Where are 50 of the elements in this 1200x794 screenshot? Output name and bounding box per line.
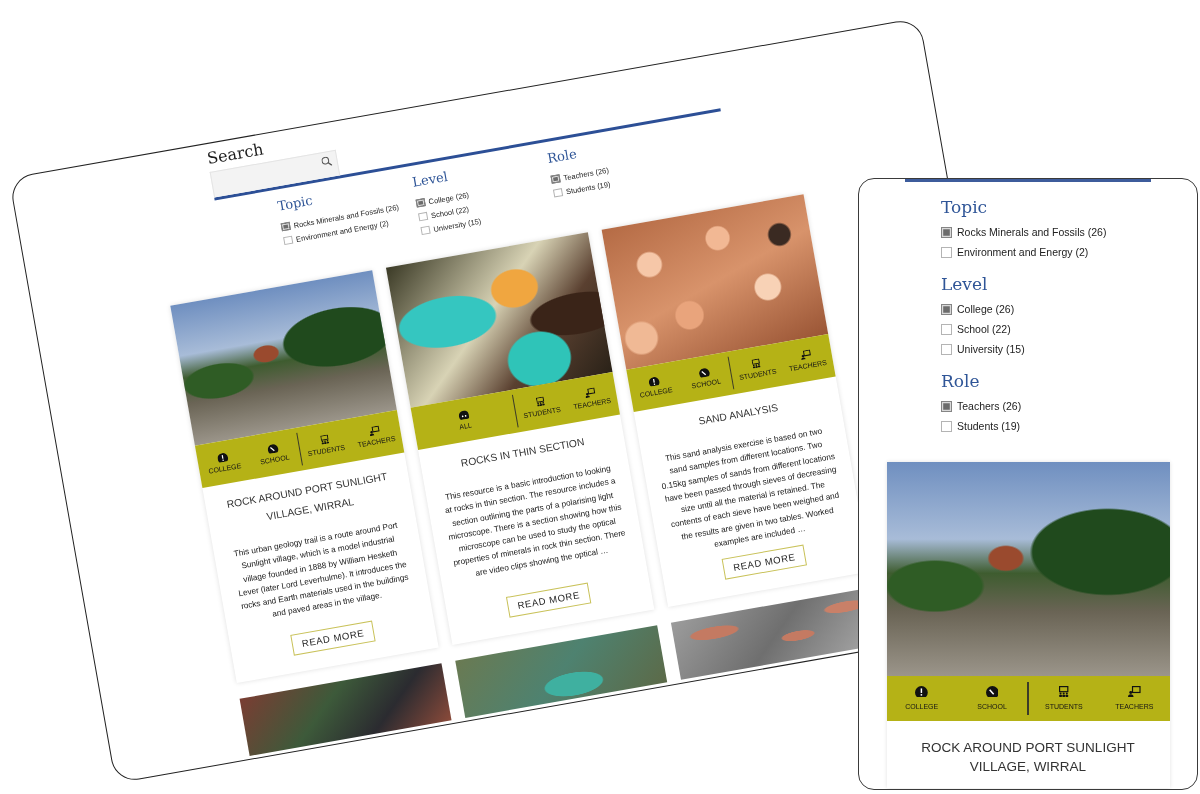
classroom-icon xyxy=(1059,686,1069,697)
checkbox[interactable] xyxy=(415,197,425,208)
search-heading: Search xyxy=(204,138,265,170)
classroom-icon xyxy=(750,357,760,369)
filter-heading: Topic xyxy=(275,191,314,216)
gauge-icon xyxy=(647,375,660,387)
checkbox[interactable] xyxy=(941,400,952,412)
gauge-icon xyxy=(216,451,229,463)
filter-heading: Role xyxy=(545,145,578,168)
checkbox[interactable] xyxy=(941,420,952,432)
gauge-icon xyxy=(915,686,929,697)
checkbox[interactable] xyxy=(941,303,952,315)
checkbox[interactable] xyxy=(280,221,290,232)
checkbox[interactable] xyxy=(417,211,428,222)
checkbox[interactable] xyxy=(941,343,952,355)
card-title: ROCKS IN THIN SECTION xyxy=(458,435,585,471)
presenter-icon xyxy=(368,424,380,436)
gauge-icon xyxy=(266,442,279,454)
filter-heading: Role xyxy=(941,370,980,392)
checkbox[interactable] xyxy=(282,235,293,246)
band-divider xyxy=(1027,682,1029,715)
filter-option-label[interactable]: University (15) xyxy=(957,343,1025,355)
filter-heading: Level xyxy=(410,167,449,192)
filter-option-label[interactable]: College (26) xyxy=(957,303,1015,315)
checkbox[interactable] xyxy=(549,174,560,184)
search-icon[interactable] xyxy=(320,155,332,168)
checkbox[interactable] xyxy=(552,187,563,198)
filter-option-label[interactable]: Rocks Minerals and Fossils (26) xyxy=(957,226,1107,238)
read-more-button[interactable]: READ MORE xyxy=(505,582,591,618)
filter-option-label[interactable]: Students (19) xyxy=(957,420,1021,432)
gauge-icon xyxy=(697,366,710,378)
checkbox[interactable] xyxy=(419,225,430,236)
filter-heading: Level xyxy=(941,273,988,295)
dome-icon xyxy=(457,409,469,420)
checkbox[interactable] xyxy=(941,323,952,335)
card-title: ROCK AROUND PORT SUNLIGHT VILLAGE, WIRRAL xyxy=(920,739,1136,776)
gauge-icon xyxy=(985,686,999,697)
presenter-icon xyxy=(583,386,596,398)
filter-option-label[interactable]: Environment and Energy (2) xyxy=(957,246,1089,258)
filter-option-label[interactable]: School (22) xyxy=(957,323,1011,335)
filter-heading: Topic xyxy=(941,196,988,218)
classroom-icon xyxy=(535,396,545,407)
classroom-icon xyxy=(319,434,329,445)
checkbox[interactable] xyxy=(941,226,952,238)
checkbox[interactable] xyxy=(941,246,952,258)
presenter-icon xyxy=(1128,686,1141,697)
card-title: ROCK AROUND PORT SUNLIGHT VILLAGE, WIRRAL xyxy=(225,470,388,523)
filter-option-label[interactable]: Teachers (26) xyxy=(957,400,1022,412)
presenter-icon xyxy=(799,348,812,360)
read-more-button[interactable]: READ MORE xyxy=(289,620,376,656)
